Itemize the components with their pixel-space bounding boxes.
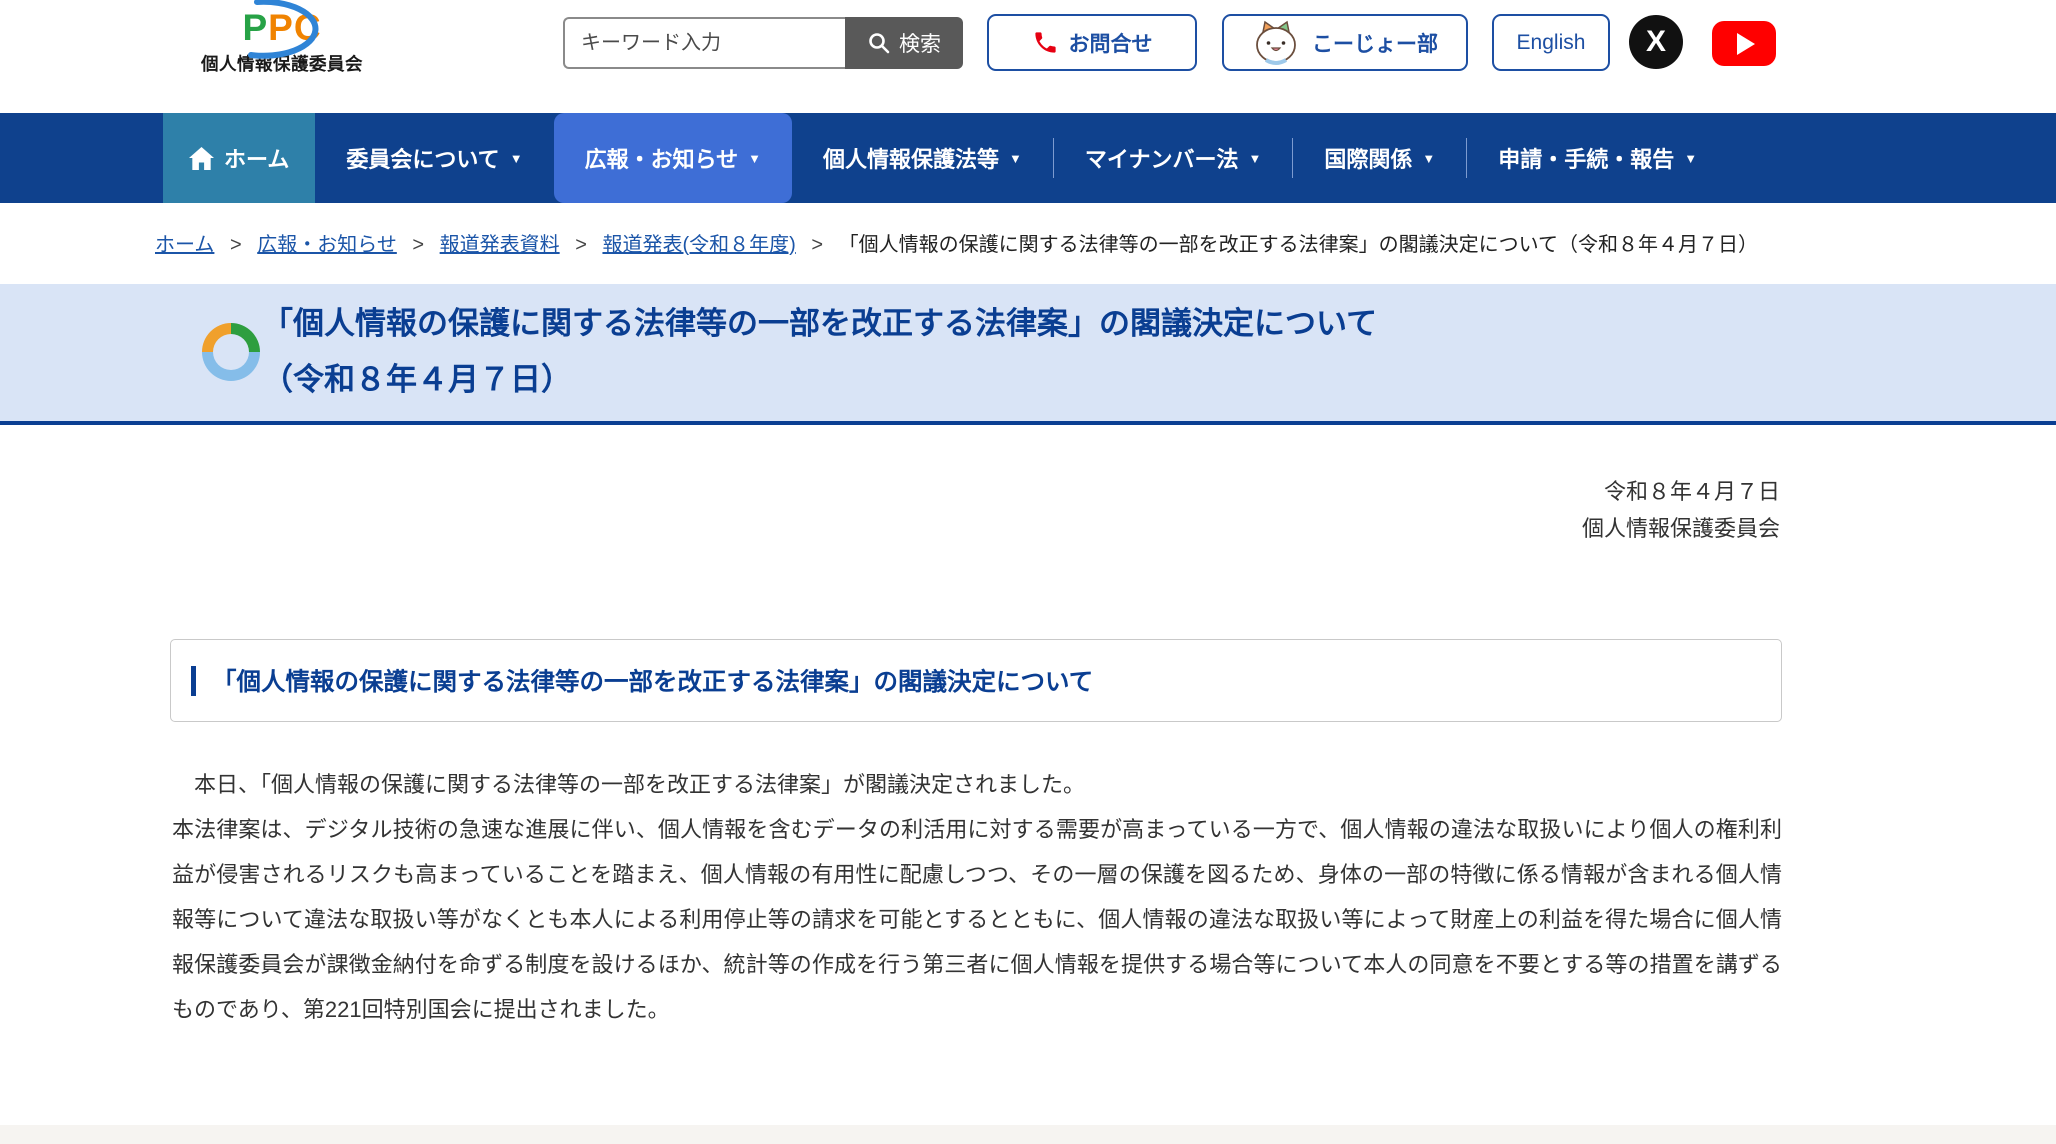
breadcrumb-separator: > [230,234,242,256]
page-title-block: 「個人情報の保護に関する法律等の一部を改正する法律案」の閣議決定について （令和… [262,296,1996,408]
section-heading-box: 「個人情報の保護に関する法律等の一部を改正する法律案」の閣議決定について [170,639,1782,722]
x-social-link[interactable]: X [1629,15,1683,69]
nav-item-label: 広報・お知らせ [585,142,739,174]
youtube-link[interactable] [1712,21,1776,66]
breadcrumb-separator: > [575,234,587,256]
nav-item-label: マイナンバー法 [1085,142,1239,174]
home-icon [189,147,214,170]
breadcrumb-link-press-reiwa8[interactable]: 報道発表(令和８年度) [602,234,795,256]
x-icon: X [1646,25,1666,59]
contact-button-label: お問合せ [1069,28,1153,58]
chevron-down-icon: ▼ [1248,151,1261,166]
nav-item-label: 委員会について [346,142,499,174]
logo-letter: P [242,7,268,48]
mascot-button[interactable]: こーじょー部 [1222,14,1468,71]
org-name: 個人情報保護委員会 [197,51,367,76]
chevron-down-icon: ▼ [510,151,523,166]
phone-icon [1032,29,1059,56]
nav-item-label: 申請・手続・報告 [1498,142,1674,174]
article-organization: 個人情報保護委員会 [0,510,1780,547]
nav-item-news[interactable]: 広報・お知らせ ▼ [554,113,792,203]
page-title-date: （令和８年４月７日） [262,352,1996,408]
paragraph: 本日、「個人情報の保護に関する法律等の一部を改正する法律案」が閣議決定されました… [172,762,1782,807]
logo-acronym: PPC [197,6,367,50]
logo-letter: P [268,7,294,48]
chevron-down-icon: ▼ [1684,151,1697,166]
site-logo[interactable]: PPC 個人情報保護委員会 [197,6,367,76]
nav-item-international[interactable]: 国際関係 ▼ [1293,113,1466,203]
nav-item-label: ホーム [224,142,289,174]
breadcrumb-current: 「個人情報の保護に関する法律等の一部を改正する法律案」の閣議決定について（令和８… [839,234,1758,256]
article-date: 令和８年４月７日 [0,473,1780,510]
ring-icon [202,323,260,381]
article-body: 本日、「個人情報の保護に関する法律等の一部を改正する法律案」が閣議決定されました… [172,762,1782,1032]
breadcrumb-separator: > [811,234,823,256]
site-header: PPC 個人情報保護委員会 検索 お問合せ こーじょー部 [0,0,2056,113]
page-title-banner: 「個人情報の保護に関する法律等の一部を改正する法律案」の閣議決定について （令和… [0,284,2056,425]
nav-item-mynumber-law[interactable]: マイナンバー法 ▼ [1054,113,1292,203]
main-nav: ホーム 委員会について ▼ 広報・お知らせ ▼ 個人情報保護法等 ▼ マイナンバ… [0,113,2056,203]
page: { "header": { "logo": { "letters": ["P",… [0,0,2056,1144]
heading-accent-bar [191,666,196,696]
nav-item-about-commission[interactable]: 委員会について ▼ [315,113,553,203]
breadcrumb-link-home[interactable]: ホーム [155,234,214,256]
logo-letter: C [294,7,322,48]
paragraph: 本法律案は、デジタル技術の急速な進展に伴い、個人情報を含むデータの利活用に対する… [172,807,1782,1032]
article-meta: 令和８年４月７日 個人情報保護委員会 [0,473,2056,547]
mascot-button-label: こーじょー部 [1312,28,1438,58]
search-button[interactable]: 検索 [845,17,963,69]
breadcrumb: ホーム > 広報・お知らせ > 報道発表資料 > 報道発表(令和８年度) > 「… [0,203,2056,284]
search-box: 検索 [563,17,963,69]
next-section-band [0,1125,2056,1144]
nav-item-home[interactable]: ホーム [163,113,315,203]
english-button[interactable]: English [1492,14,1610,71]
search-button-label: 検索 [899,28,941,58]
breadcrumb-link-news[interactable]: 広報・お知らせ [257,234,397,256]
nav-item-privacy-law[interactable]: 個人情報保護法等 ▼ [792,113,1053,203]
breadcrumb-link-press-materials[interactable]: 報道発表資料 [440,234,560,256]
nav-item-label: 個人情報保護法等 [823,142,999,174]
section-heading: 「個人情報の保護に関する法律等の一部を改正する法律案」の閣議決定について [212,663,1093,698]
cat-mascot-icon [1252,19,1300,67]
breadcrumb-separator: > [412,234,424,256]
youtube-play-icon [1737,33,1755,55]
nav-item-label: 国際関係 [1324,142,1412,174]
chevron-down-icon: ▼ [748,151,761,166]
search-icon [867,31,891,55]
search-input[interactable] [563,17,845,69]
nav-item-applications[interactable]: 申請・手続・報告 ▼ [1467,113,1728,203]
chevron-down-icon: ▼ [1009,151,1022,166]
english-button-label: English [1517,31,1586,55]
chevron-down-icon: ▼ [1422,151,1435,166]
contact-button[interactable]: お問合せ [987,14,1197,71]
page-title: 「個人情報の保護に関する法律等の一部を改正する法律案」の閣議決定について [262,296,1996,352]
